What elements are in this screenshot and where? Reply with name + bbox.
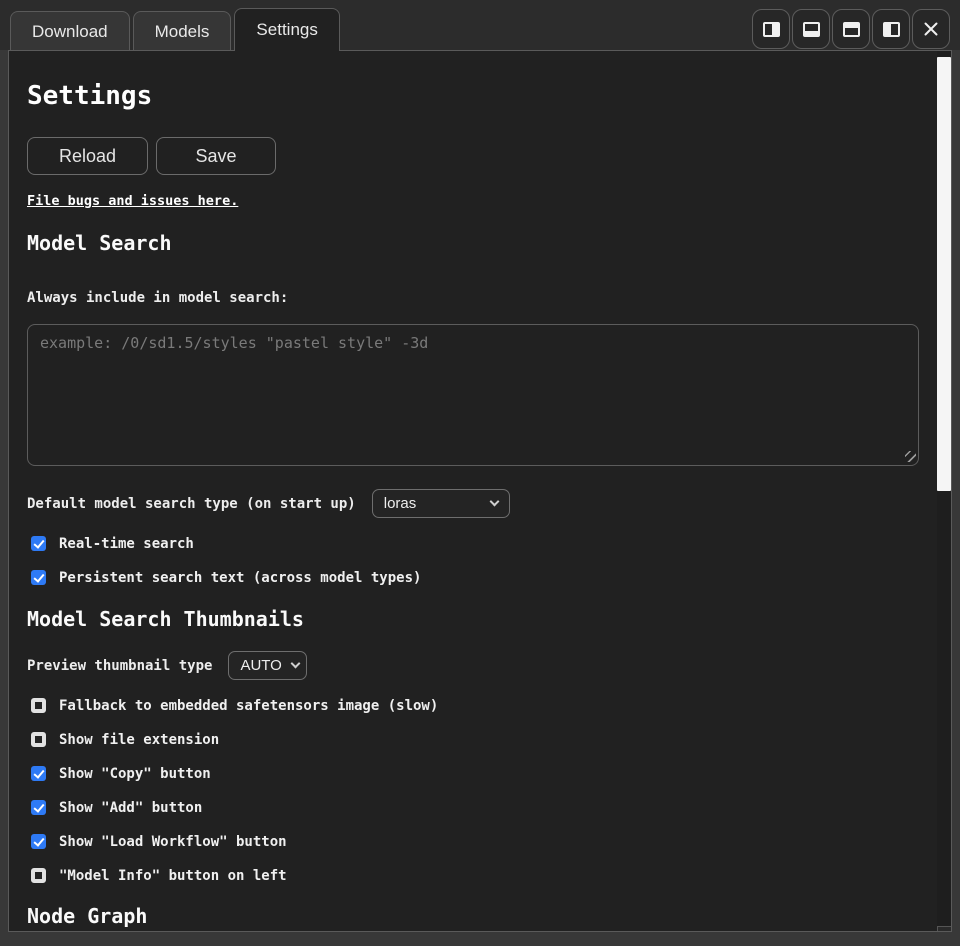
section-heading-model-search: Model Search [27, 231, 919, 255]
textarea-resize-handle-icon[interactable] [905, 451, 916, 462]
tab-models-label: Models [155, 22, 210, 42]
vertical-scrollbar-track[interactable] [937, 51, 951, 931]
preview-thumbnail-type-row: Preview thumbnail type AUTO [27, 651, 919, 680]
realtime-search-checkbox[interactable] [31, 536, 46, 551]
dock-bottom-button[interactable] [832, 9, 870, 49]
show-file-extension-checkbox[interactable] [31, 732, 46, 747]
settings-content: Settings Reload Save File bugs and issue… [9, 51, 937, 931]
tab-models[interactable]: Models [133, 11, 232, 51]
checkbox-row-model-info-left: "Model Info" button on left [31, 867, 919, 884]
always-include-label: Always include in model search: [27, 290, 919, 306]
dock-left-icon [763, 22, 780, 37]
dock-right-icon [883, 22, 900, 37]
save-button[interactable]: Save [156, 137, 276, 175]
dock-bottom-icon [843, 22, 860, 37]
close-button[interactable] [912, 9, 950, 49]
default-search-type-select[interactable]: loras [372, 489, 510, 518]
dock-top-button[interactable] [792, 9, 830, 49]
checkbox-row-persistent-search: Persistent search text (across model typ… [31, 569, 919, 586]
show-add-button-label: Show "Add" button [59, 800, 202, 816]
reload-button[interactable]: Reload [27, 137, 148, 175]
checkbox-row-show-load-workflow: Show "Load Workflow" button [31, 833, 919, 850]
dock-top-icon [803, 22, 820, 37]
scrollbar-corner [937, 926, 951, 931]
show-load-workflow-label: Show "Load Workflow" button [59, 834, 287, 850]
chevron-down-icon [290, 659, 300, 669]
checkbox-row-show-copy-button: Show "Copy" button [31, 765, 919, 782]
topbar: Download Models Settings [0, 0, 960, 50]
preview-thumbnail-type-select[interactable]: AUTO [228, 651, 307, 680]
realtime-search-label: Real-time search [59, 536, 194, 552]
tab-settings-label: Settings [256, 20, 317, 40]
always-include-textarea[interactable] [27, 324, 919, 466]
section-heading-node-graph: Node Graph [27, 904, 919, 928]
settings-panel: Settings Reload Save File bugs and issue… [8, 50, 952, 932]
default-search-type-row: Default model search type (on start up) … [27, 489, 919, 518]
show-copy-button-checkbox[interactable] [31, 766, 46, 781]
always-include-field-wrap [27, 324, 919, 466]
window-controls [752, 9, 950, 49]
preview-thumbnail-type-label: Preview thumbnail type [27, 658, 212, 674]
show-file-extension-label: Show file extension [59, 732, 219, 748]
model-info-left-label: "Model Info" button on left [59, 868, 287, 884]
dock-right-button[interactable] [872, 9, 910, 49]
persistent-search-label: Persistent search text (across model typ… [59, 570, 421, 586]
model-info-left-checkbox[interactable] [31, 868, 46, 883]
fallback-safetensors-checkbox[interactable] [31, 698, 46, 713]
persistent-search-checkbox[interactable] [31, 570, 46, 585]
checkbox-row-show-add-button: Show "Add" button [31, 799, 919, 816]
tab-download-label: Download [32, 22, 108, 42]
default-search-type-label: Default model search type (on start up) [27, 496, 356, 512]
chevron-down-icon [489, 497, 499, 507]
default-search-type-value: loras [384, 495, 417, 512]
close-icon [923, 21, 939, 37]
checkbox-row-realtime-search: Real-time search [31, 535, 919, 552]
fallback-safetensors-label: Fallback to embedded safetensors image (… [59, 698, 438, 714]
show-load-workflow-checkbox[interactable] [31, 834, 46, 849]
checkbox-row-show-file-extension: Show file extension [31, 731, 919, 748]
tab-download[interactable]: Download [10, 11, 130, 51]
bugs-issues-link[interactable]: File bugs and issues here. [27, 193, 238, 209]
tab-bar: Download Models Settings [10, 8, 343, 51]
checkbox-row-fallback-safetensors: Fallback to embedded safetensors image (… [31, 697, 919, 714]
section-heading-thumbnails: Model Search Thumbnails [27, 607, 919, 631]
show-add-button-checkbox[interactable] [31, 800, 46, 815]
action-button-row: Reload Save [27, 137, 919, 175]
preview-thumbnail-type-value: AUTO [240, 657, 281, 674]
vertical-scrollbar-thumb[interactable] [937, 57, 951, 491]
dock-left-button[interactable] [752, 9, 790, 49]
show-copy-button-label: Show "Copy" button [59, 766, 211, 782]
tab-settings[interactable]: Settings [234, 8, 339, 51]
page-title: Settings [27, 80, 919, 113]
